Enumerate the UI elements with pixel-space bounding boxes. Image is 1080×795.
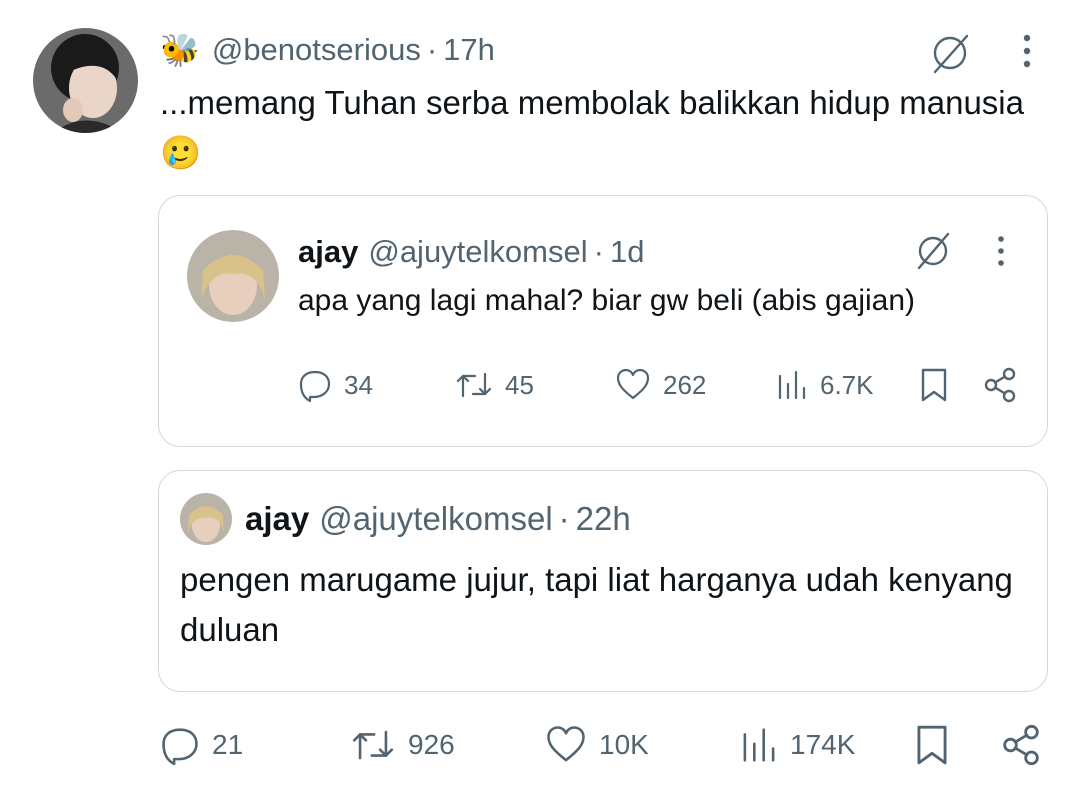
quoted-time-1[interactable]: 1d bbox=[610, 234, 644, 270]
repost-icon bbox=[352, 730, 394, 760]
author-header: 🐝 @benotserious · 17h bbox=[160, 28, 495, 72]
views-action-1[interactable]: 6.7K bbox=[776, 365, 874, 405]
views-action[interactable]: 174K bbox=[740, 722, 855, 768]
reply-count: 21 bbox=[212, 729, 244, 760]
quoted-avatar-photo-2 bbox=[180, 493, 232, 545]
like-action-1[interactable]: 262 bbox=[615, 365, 706, 405]
separator-dot: · bbox=[558, 500, 570, 537]
share-icon[interactable] bbox=[982, 366, 1018, 404]
quoted-handle-2[interactable]: @ajuytelkomsel bbox=[319, 500, 552, 538]
quoted-avatar-1[interactable] bbox=[187, 230, 279, 322]
like-count: 10K bbox=[599, 729, 649, 760]
reply-icon bbox=[299, 370, 331, 402]
crying-smile-emoji: 🥲 bbox=[160, 134, 202, 171]
repost-count-1: 45 bbox=[505, 369, 534, 400]
reply-count-1: 34 bbox=[344, 369, 373, 400]
like-icon bbox=[547, 726, 585, 762]
more-icon[interactable] bbox=[1015, 32, 1039, 72]
quoted-header-1: ajay @ajuytelkomsel · 1d bbox=[298, 230, 644, 274]
quoted-avatar-2[interactable] bbox=[180, 493, 232, 545]
more-icon[interactable] bbox=[990, 234, 1012, 270]
separator-dot: · bbox=[593, 234, 604, 269]
grok-icon[interactable] bbox=[925, 28, 975, 78]
repost-action[interactable]: 926 bbox=[350, 722, 455, 768]
quoted-time-2[interactable]: 22h bbox=[576, 500, 631, 538]
views-icon bbox=[743, 728, 775, 762]
views-count: 174K bbox=[790, 729, 856, 760]
reply-action-1[interactable]: 34 bbox=[298, 365, 373, 405]
views-icon bbox=[778, 370, 806, 400]
views-count-1: 6.7K bbox=[820, 369, 874, 400]
repost-count: 926 bbox=[408, 729, 455, 760]
avatar-photo bbox=[33, 28, 138, 133]
like-count-1: 262 bbox=[663, 369, 707, 400]
grok-icon[interactable] bbox=[912, 228, 954, 274]
bookmark-icon[interactable] bbox=[918, 367, 950, 403]
reply-icon bbox=[162, 728, 198, 765]
tweet-text: ...memang Tuhan serba membolak balikkan … bbox=[160, 78, 1040, 178]
quoted-text-1: apa yang lagi mahal? biar gw beli (abis … bbox=[298, 284, 916, 317]
quoted-name-2[interactable]: ajay bbox=[245, 500, 309, 538]
bee-emoji-badge: 🐝 bbox=[160, 32, 200, 68]
repost-icon bbox=[456, 372, 492, 398]
reply-action[interactable]: 21 bbox=[160, 722, 243, 768]
quoted-handle-1[interactable]: @ajuytelkomsel bbox=[368, 234, 587, 270]
quoted-name-1[interactable]: ajay bbox=[298, 234, 358, 270]
author-handle[interactable]: @benotserious bbox=[212, 32, 421, 68]
tweet-text-body: ...memang Tuhan serba membolak balikkan … bbox=[160, 84, 1024, 121]
quoted-avatar-photo-1 bbox=[187, 230, 279, 322]
quoted-text-2: pengen marugame jujur, tapi liat hargany… bbox=[180, 561, 1013, 648]
author-avatar[interactable] bbox=[33, 28, 138, 133]
tweet-time[interactable]: 17h bbox=[443, 32, 495, 68]
share-icon[interactable] bbox=[1000, 722, 1042, 768]
repost-action-1[interactable]: 45 bbox=[455, 365, 534, 405]
separator-dot: · bbox=[426, 32, 438, 67]
like-icon bbox=[616, 368, 650, 400]
bookmark-icon[interactable] bbox=[913, 723, 951, 767]
like-action[interactable]: 10K bbox=[545, 722, 649, 768]
quoted-header-2: ajay @ajuytelkomsel · 22h bbox=[245, 496, 631, 542]
